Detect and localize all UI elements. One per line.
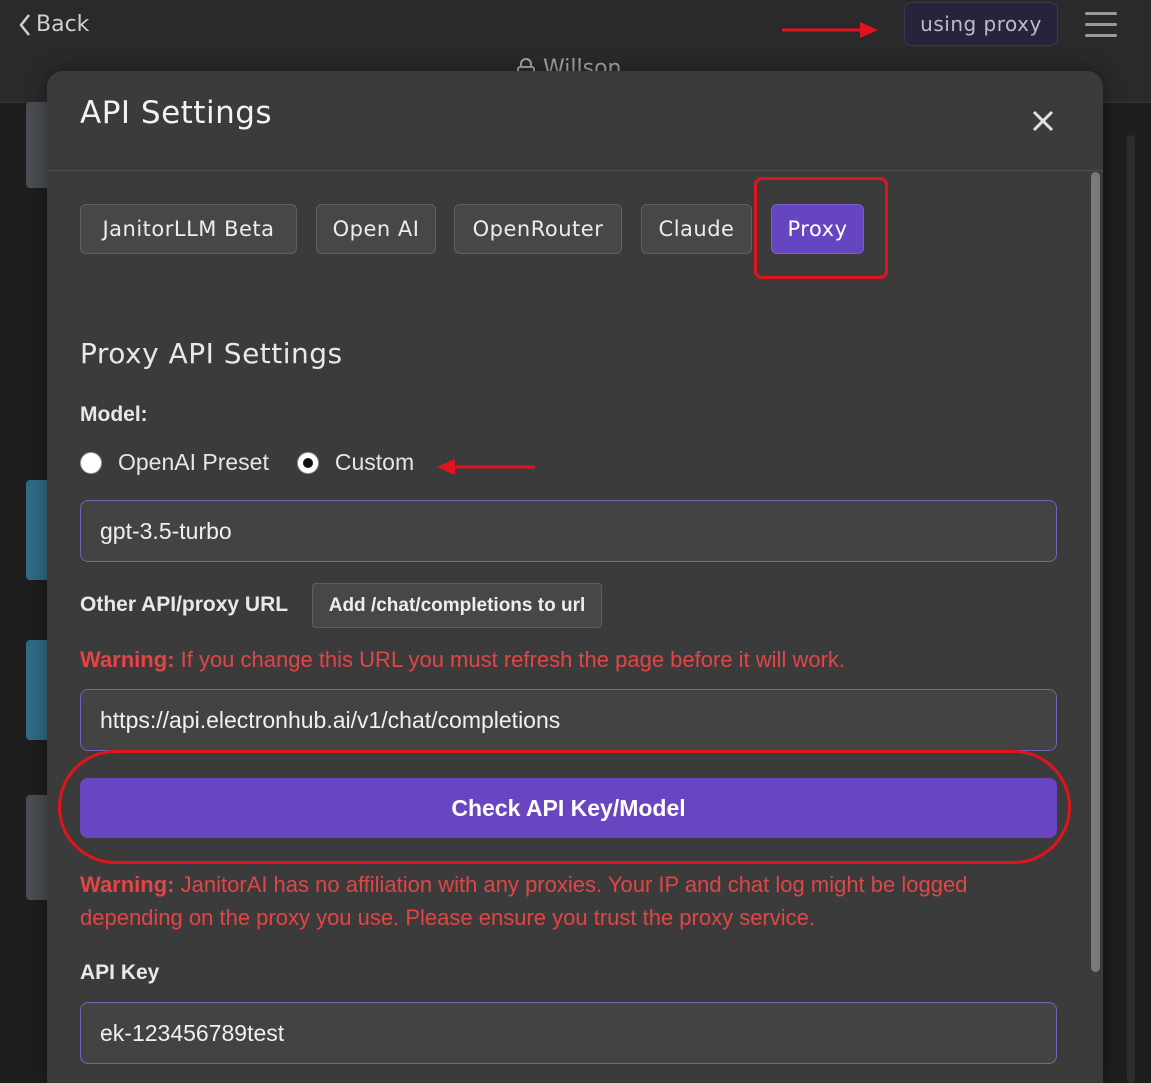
tab-janitorllm[interactable]: JanitorLLM Beta [80,204,297,254]
annotation-highlight-box [754,177,888,279]
modal-header: API Settings [47,71,1103,171]
modal-scrollbar[interactable] [1091,172,1100,972]
close-icon[interactable] [1029,107,1057,135]
annotation-arrow-right [782,22,878,38]
affiliation-warning-prefix: Warning: [80,872,175,897]
affiliation-warning-text: JanitorAI has no affiliation with any pr… [80,872,968,930]
affiliation-warning: Warning: JanitorAI has no affiliation wi… [80,868,1040,934]
proxy-url-input[interactable]: https://api.electronhub.ai/v1/chat/compl… [80,689,1057,751]
model-input[interactable]: gpt-3.5-turbo [80,500,1057,562]
radio-custom-label: Custom [334,449,415,475]
add-completions-button[interactable]: Add /chat/completions to url [312,583,602,628]
annotation-highlight-oval [58,750,1071,864]
api-settings-modal: API Settings JanitorLLM Beta Open AI Ope… [47,71,1103,1083]
page-scrollbar[interactable] [1127,135,1135,1083]
back-button[interactable]: Back [18,12,89,37]
tab-openai[interactable]: Open AI [316,204,436,254]
url-warning-prefix: Warning: [80,647,175,672]
proxy-url-label: Other API/proxy URL [80,593,289,616]
model-radio-group: OpenAI Preset Custom [80,449,414,476]
radio-openai-preset-label: OpenAI Preset [118,449,269,475]
menu-icon[interactable] [1085,12,1117,38]
section-title: Proxy API Settings [80,337,343,370]
background-thumbnail [26,480,48,580]
url-warning: Warning: If you change this URL you must… [80,643,1040,676]
background-thumbnail [26,640,48,740]
api-key-label: API Key [80,961,160,984]
chevron-left-icon [19,13,30,36]
radio-custom[interactable] [296,451,319,474]
model-label: Model: [80,403,148,426]
annotation-arrow-left [437,459,535,475]
background-thumbnail [26,102,48,188]
back-label: Back [36,12,90,37]
background-thumbnail [26,795,48,900]
radio-openai-preset[interactable] [80,451,102,474]
modal-title: API Settings [80,95,273,131]
api-key-input[interactable]: ek-123456789test [80,1002,1057,1064]
url-warning-text: If you change this URL you must refresh … [174,647,846,672]
tab-openrouter[interactable]: OpenRouter [454,204,622,254]
proxy-status-badge: using proxy [904,2,1058,46]
tab-claude[interactable]: Claude [641,204,752,254]
